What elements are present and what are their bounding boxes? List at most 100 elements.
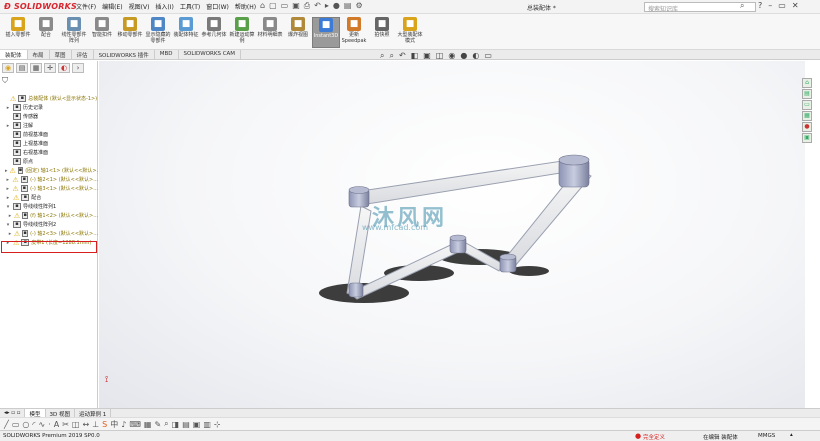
tree-item[interactable]: ▸ ⚠ ▪ (固定) 轴1<1> (默认<<默认>...	[0, 166, 98, 175]
expand-caret-icon[interactable]: ▾	[5, 222, 11, 228]
line-icon[interactable]: ╱	[4, 420, 9, 429]
ribbon-button[interactable]: ■ 线性零部件阵列	[60, 17, 88, 44]
tree-item[interactable]: ▪ 前视基准面	[0, 130, 98, 139]
tab-scroll-arrows[interactable]: ◂▸ ▫ ▫	[0, 409, 26, 417]
zoom-icon[interactable]: ⌕	[164, 419, 168, 429]
keyboard-icon[interactable]: ⌨	[129, 420, 141, 429]
solidworks-logo[interactable]: Ɖ SOLIDWORKS	[4, 2, 77, 11]
menu-item[interactable]: 窗口(W)	[206, 2, 229, 11]
menu-item[interactable]: 编辑(E)	[102, 2, 122, 11]
design-library-icon[interactable]: ▤	[802, 89, 812, 99]
resources-icon[interactable]: ⌂	[802, 78, 812, 88]
circle-icon[interactable]: ○	[22, 420, 29, 429]
layer-icon[interactable]: ◨	[172, 420, 180, 429]
ribbon-button[interactable]: ■ 新建运动算例	[228, 17, 256, 44]
ribbon-button[interactable]: ■ Instant3D	[312, 17, 340, 48]
ribbon-button[interactable]: ■ 插入零部件	[4, 17, 32, 38]
view-settings-icon[interactable]: ▭	[484, 51, 492, 61]
command-tab[interactable]: 草图	[50, 50, 72, 59]
zoom-to-fit-icon[interactable]: ⌕	[380, 51, 384, 61]
appearances-icon[interactable]: ●	[802, 122, 812, 132]
view-palette-icon[interactable]: ▦	[802, 111, 812, 121]
hide-show-icon[interactable]: ◉	[448, 51, 455, 61]
undo-icon[interactable]: ↶	[314, 1, 321, 11]
view-orientation-icon[interactable]: ▣	[423, 51, 431, 61]
units-dropdown-icon[interactable]: ▴	[790, 432, 793, 438]
print-icon[interactable]: ⎙	[304, 1, 310, 11]
select-icon[interactable]: ▸	[325, 1, 329, 11]
minimize-button[interactable]: –	[768, 1, 772, 10]
display-style-icon[interactable]: ◫	[436, 51, 444, 61]
tree-item[interactable]: ▸ ▪ 注解	[0, 121, 98, 130]
close-button[interactable]: ✕	[792, 1, 799, 10]
filter-icon[interactable]: ⛉	[2, 76, 8, 86]
tree-item[interactable]: ▸ ⚠ ▪ (-) 轴2<1> (默认<<默认>...	[0, 175, 98, 184]
tree-item[interactable]: ▪ 上视基准面	[0, 139, 98, 148]
tree-item[interactable]: ▸ ⚠ ▪ (-) 轴3<1> (默认<<默认>...	[0, 184, 98, 193]
ribbon-button[interactable]: ■ 大型装配体模式	[396, 17, 424, 44]
menu-item[interactable]: 文件(F)	[76, 2, 96, 11]
help-icon[interactable]: ?	[758, 1, 762, 10]
command-tab[interactable]: SOLIDWORKS 插件	[94, 50, 155, 59]
ribbon-button[interactable]: ■ 参考几何体	[200, 17, 228, 38]
expand-caret-icon[interactable]: ▸	[8, 213, 12, 219]
shirt-icon[interactable]: ✎	[154, 420, 161, 429]
home-icon[interactable]: ⌂	[260, 1, 265, 11]
options-gear-icon[interactable]: ⚙	[355, 1, 362, 11]
ribbon-button[interactable]: ■ 移动零部件	[116, 17, 144, 38]
expand-panel-icon[interactable]: ›	[72, 63, 84, 73]
ime-sogou-icon[interactable]: S	[102, 420, 107, 429]
text-icon[interactable]: A	[54, 420, 59, 429]
menu-item[interactable]: 视图(V)	[129, 2, 150, 11]
menu-item[interactable]: 工具(T)	[180, 2, 200, 11]
mirror-icon[interactable]: ◫	[72, 420, 80, 429]
custom-properties-icon[interactable]: ▣	[802, 133, 812, 143]
bottom-tab[interactable]: 模型	[25, 409, 46, 418]
file-explorer-icon[interactable]: ▭	[802, 100, 812, 110]
configuration-manager-tab-icon[interactable]: ▦	[30, 63, 42, 73]
new-document-icon[interactable]: ▢	[269, 1, 277, 11]
status-definition[interactable]: 完全定义	[643, 433, 665, 441]
ime-punctuation-icon[interactable]: 中	[110, 419, 118, 430]
command-tab[interactable]: SOLIDWORKS CAM	[179, 50, 242, 59]
command-tab[interactable]: 布局	[28, 50, 50, 59]
tree-item[interactable]: ▸ ⚠ ▪ (f) 轴1<2> (默认<<默认>...	[0, 211, 98, 220]
ribbon-button[interactable]: ■ 更新 Speedpak	[340, 17, 368, 44]
tree-item[interactable]: ▪ 右视基准面	[0, 148, 98, 157]
tree-item[interactable]: ▸ ⚠ ▪ (-) 轴2<3> (默认<<默认>...	[0, 229, 98, 238]
expand-caret-icon[interactable]: ▸	[5, 168, 8, 174]
menu-item[interactable]: 插入(I)	[155, 2, 173, 11]
ribbon-button[interactable]: ■ 配合	[32, 17, 60, 38]
ribbon-button[interactable]: ■ 材料明细表	[256, 17, 284, 38]
microphone-icon[interactable]: ♪	[121, 420, 126, 429]
command-tab[interactable]: 评估	[72, 50, 94, 59]
scene-icon[interactable]: ◐	[472, 51, 479, 61]
save-icon[interactable]: ▣	[292, 1, 300, 11]
expand-caret-icon[interactable]: ▸	[5, 123, 11, 129]
ribbon-button[interactable]: ■ 显示隐藏的零部件	[144, 17, 172, 44]
trim-icon[interactable]: ✂	[62, 420, 69, 429]
section-view-icon[interactable]: ◧	[411, 51, 419, 61]
expand-caret-icon[interactable]: ▸	[8, 231, 12, 237]
tree-item[interactable]: ⚠ ▪ 总装配体 (默认<显示状态-1>)	[0, 94, 98, 103]
assembly-model[interactable]	[99, 61, 805, 408]
rebuild-icon[interactable]: ●	[333, 1, 340, 11]
sheet-icon[interactable]: ▤	[182, 420, 190, 429]
ribbon-button[interactable]: ■ 智能扣件	[88, 17, 116, 38]
ribbon-button[interactable]: ■ 爆炸视图	[284, 17, 312, 38]
display-manager-tab-icon[interactable]: ◐	[58, 63, 70, 73]
tree-item[interactable]: ▾ ▪ 导线线性阵列1	[0, 202, 98, 211]
rectangle-icon[interactable]: ▭	[12, 420, 20, 429]
ribbon-button[interactable]: ■ 拍快照	[368, 17, 396, 38]
status-units[interactable]: MMGS	[758, 433, 775, 439]
dimxpert-tab-icon[interactable]: ✛	[44, 63, 56, 73]
grid-icon[interactable]: ▦	[144, 420, 152, 429]
expand-caret-icon[interactable]: ▸	[5, 186, 10, 192]
appearance-icon[interactable]: ●	[460, 51, 467, 61]
expand-caret-icon[interactable]: ▾	[5, 204, 11, 210]
block-icon[interactable]: ▣	[193, 420, 201, 429]
arc-icon[interactable]: ◜	[32, 420, 35, 429]
graphics-area[interactable]	[99, 61, 805, 408]
dimension-icon[interactable]: ↔	[82, 420, 89, 429]
bottom-tab[interactable]: 3D 视图	[46, 409, 75, 418]
